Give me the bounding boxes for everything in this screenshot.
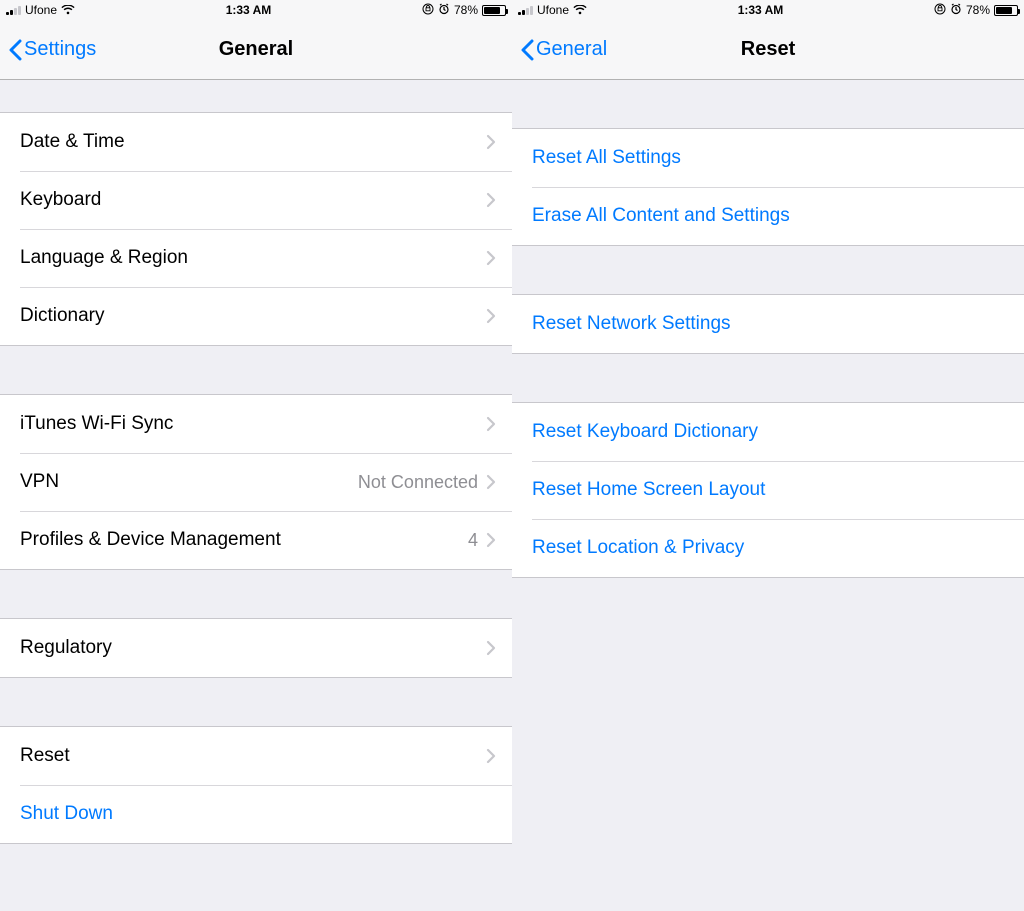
chevron-right-icon (486, 192, 496, 208)
chevron-left-icon (520, 39, 534, 61)
carrier-label: Ufone (537, 3, 569, 17)
reset-content: Reset All Settings Erase All Content and… (512, 80, 1024, 911)
chevron-right-icon (486, 748, 496, 764)
row-label: Erase All Content and Settings (532, 205, 1008, 227)
row-value: Not Connected (358, 472, 478, 493)
back-button[interactable]: General (512, 38, 607, 61)
row-date-time[interactable]: Date & Time (0, 113, 512, 171)
row-reset-home-screen-layout[interactable]: Reset Home Screen Layout (512, 461, 1024, 519)
row-label: Reset (20, 745, 486, 767)
group-connectivity: iTunes Wi-Fi Sync VPN Not Connected Prof… (0, 394, 512, 570)
row-label: Language & Region (20, 247, 486, 269)
battery-icon (482, 5, 506, 16)
row-label: Date & Time (20, 131, 486, 153)
row-erase-all-content[interactable]: Erase All Content and Settings (512, 187, 1024, 245)
row-label: Reset Home Screen Layout (532, 479, 1008, 501)
row-profiles-device-management[interactable]: Profiles & Device Management 4 (0, 511, 512, 569)
row-label: Regulatory (20, 637, 486, 659)
status-left: Ufone (6, 3, 75, 17)
status-right: 78% (934, 3, 1018, 18)
orientation-lock-icon (422, 3, 434, 18)
carrier-label: Ufone (25, 3, 57, 17)
wifi-icon (573, 5, 587, 15)
row-label: Keyboard (20, 189, 486, 211)
battery-percent: 78% (454, 3, 478, 17)
chevron-right-icon (486, 308, 496, 324)
status-left: Ufone (518, 3, 587, 17)
orientation-lock-icon (934, 3, 946, 18)
row-label: Reset All Settings (532, 147, 1008, 169)
row-label: Shut Down (20, 803, 496, 825)
reset-settings-screen: Ufone 1:33 AM 78% General Res (512, 0, 1024, 911)
chevron-left-icon (8, 39, 22, 61)
battery-percent: 78% (966, 3, 990, 17)
nav-bar: Settings General (0, 20, 512, 80)
back-label: General (536, 38, 607, 61)
chevron-right-icon (486, 640, 496, 656)
general-content: Date & Time Keyboard Language & Region D… (0, 80, 512, 911)
status-right: 78% (422, 3, 506, 18)
chevron-right-icon (486, 416, 496, 432)
row-regulatory[interactable]: Regulatory (0, 619, 512, 677)
nav-bar: General Reset (512, 20, 1024, 80)
group-locale: Date & Time Keyboard Language & Region D… (0, 112, 512, 346)
status-bar: Ufone 1:33 AM 78% (0, 0, 512, 20)
row-label: iTunes Wi-Fi Sync (20, 413, 486, 435)
back-label: Settings (24, 38, 96, 61)
row-label: Reset Network Settings (532, 313, 1008, 335)
alarm-icon (438, 3, 450, 18)
row-vpn[interactable]: VPN Not Connected (0, 453, 512, 511)
row-value: 4 (468, 530, 478, 551)
status-time: 1:33 AM (587, 3, 934, 17)
cellular-signal-icon (518, 5, 533, 15)
group-reset-shutdown: Reset Shut Down (0, 726, 512, 844)
row-label: Profiles & Device Management (20, 529, 468, 551)
group-reset-misc: Reset Keyboard Dictionary Reset Home Scr… (512, 402, 1024, 578)
chevron-right-icon (486, 532, 496, 548)
cellular-signal-icon (6, 5, 21, 15)
group-regulatory: Regulatory (0, 618, 512, 678)
row-label: Reset Keyboard Dictionary (532, 421, 1008, 443)
chevron-right-icon (486, 134, 496, 150)
back-button[interactable]: Settings (0, 38, 96, 61)
status-bar: Ufone 1:33 AM 78% (512, 0, 1024, 20)
row-itunes-wifi-sync[interactable]: iTunes Wi-Fi Sync (0, 395, 512, 453)
row-reset-keyboard-dictionary[interactable]: Reset Keyboard Dictionary (512, 403, 1024, 461)
battery-icon (994, 5, 1018, 16)
alarm-icon (950, 3, 962, 18)
row-reset[interactable]: Reset (0, 727, 512, 785)
row-reset-location-privacy[interactable]: Reset Location & Privacy (512, 519, 1024, 577)
chevron-right-icon (486, 250, 496, 266)
wifi-icon (61, 5, 75, 15)
row-label: Dictionary (20, 305, 486, 327)
row-dictionary[interactable]: Dictionary (0, 287, 512, 345)
status-time: 1:33 AM (75, 3, 422, 17)
general-settings-screen: Ufone 1:33 AM 78% Settings Ge (0, 0, 512, 911)
row-language-region[interactable]: Language & Region (0, 229, 512, 287)
row-reset-all-settings[interactable]: Reset All Settings (512, 129, 1024, 187)
chevron-right-icon (486, 474, 496, 490)
row-shut-down[interactable]: Shut Down (0, 785, 512, 843)
row-label: Reset Location & Privacy (532, 537, 1008, 559)
group-reset-all: Reset All Settings Erase All Content and… (512, 128, 1024, 246)
row-keyboard[interactable]: Keyboard (0, 171, 512, 229)
row-reset-network-settings[interactable]: Reset Network Settings (512, 295, 1024, 353)
row-label: VPN (20, 471, 358, 493)
group-reset-network: Reset Network Settings (512, 294, 1024, 354)
